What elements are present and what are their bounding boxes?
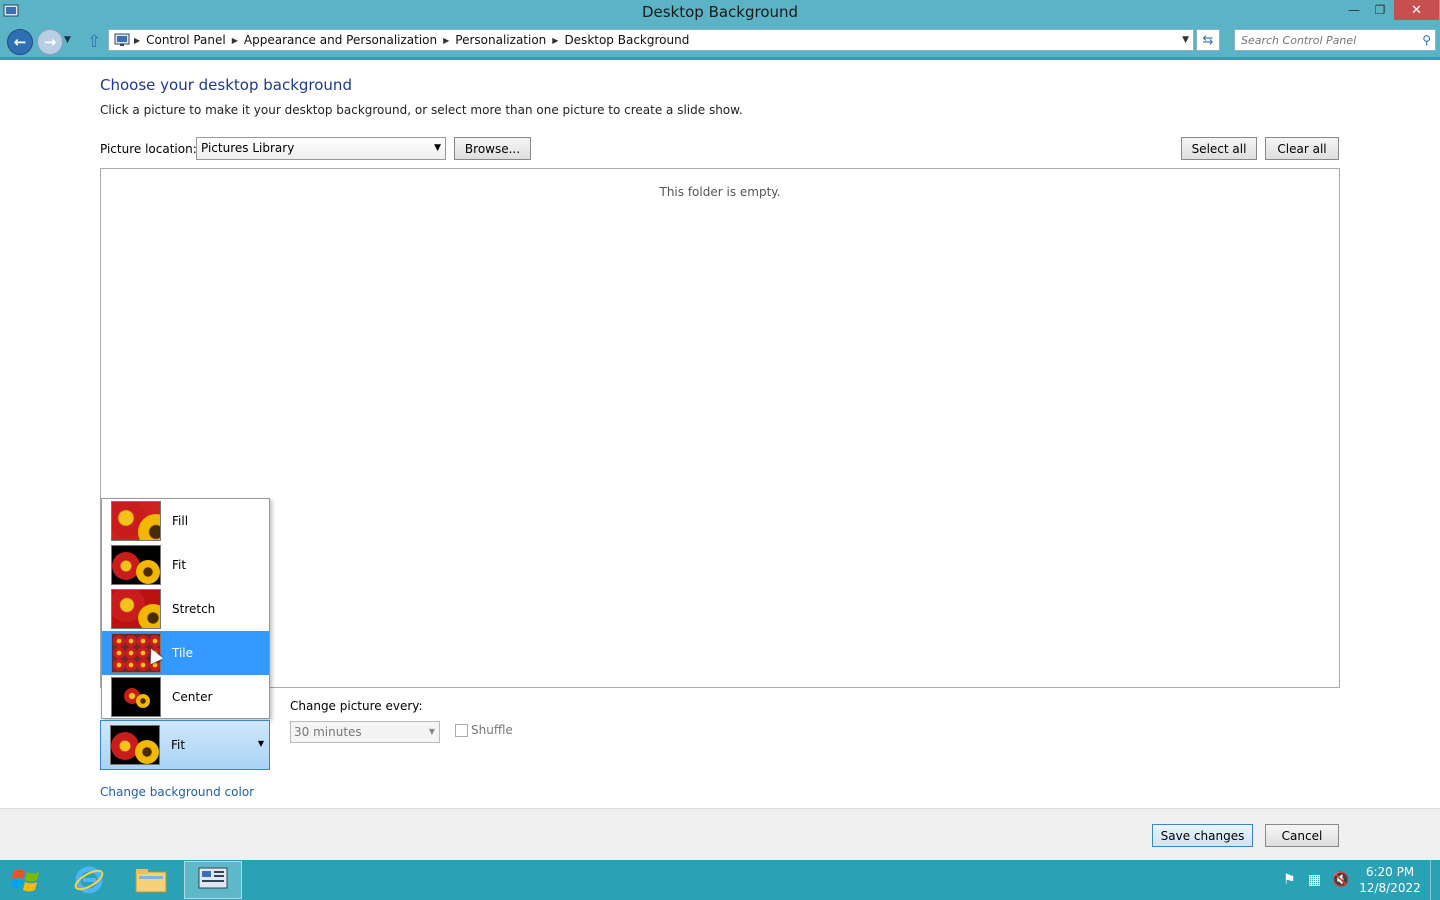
taskbar-clock[interactable]: 6:20 PM 12/8/2022 [1356,864,1424,896]
position-option-fill[interactable]: Fill [102,499,269,543]
position-option-label: Fill [172,514,189,528]
shuffle-label: Shuffle [471,723,513,737]
clock-date: 12/8/2022 [1359,881,1421,895]
control-panel-icon [114,33,130,46]
empty-folder-message: This folder is empty. [659,185,781,199]
chevron-down-icon: ▼ [257,739,264,748]
position-option-label: Center [172,690,213,704]
internet-explorer-icon [74,866,104,894]
taskbar: ⚑ ▦ 🔇 [0,860,1440,900]
picture-location-label: Picture location: [100,142,197,156]
window-title: Desktop Background [641,3,799,21]
picture-position-value: Fit [171,738,186,752]
clear-all-button[interactable]: Clear all [1265,137,1339,160]
fit-thumbnail [111,545,161,585]
title-bar: Desktop Background — ❐ ✕ [0,0,1440,24]
refresh-icon: ⇆ [1202,32,1214,48]
center-thumbnail [111,677,161,717]
volume-muted-icon[interactable]: 🔇 [1332,872,1349,888]
address-dropdown-icon[interactable]: ▼ [1182,35,1189,45]
search-box[interactable]: ⚲ [1234,29,1436,51]
minimize-button[interactable]: — [1341,0,1367,20]
taskbar-control-panel[interactable] [184,861,242,899]
breadcrumb-personalization[interactable]: Personalization [449,33,552,47]
picture-location-select[interactable]: Pictures Library ▼ [196,137,446,160]
picture-position-select[interactable]: Fit ▼ [100,720,270,770]
taskbar-file-explorer[interactable] [122,861,180,899]
folder-icon [135,869,167,893]
chevron-down-icon: ▼ [428,727,435,736]
fit-thumbnail [110,725,160,765]
windows-start-icon[interactable] [10,866,42,894]
select-all-button[interactable]: Select all [1181,137,1257,160]
action-center-flag-icon[interactable]: ⚑ [1283,872,1296,888]
breadcrumb-appearance[interactable]: Appearance and Personalization [238,33,443,47]
chevron-down-icon: ▼ [434,143,441,153]
position-option-tile[interactable]: Tile [102,631,269,675]
change-picture-label: Change picture every: [290,699,423,713]
navigation-bar: ← → ▼ ⇧ ▶ Control Panel ▶ Appearance and… [0,24,1440,60]
picture-location-value: Pictures Library [201,141,295,155]
search-input[interactable] [1241,30,1411,50]
up-button[interactable]: ⇧ [87,32,101,52]
minimize-icon: — [1348,3,1360,17]
shuffle-checkbox[interactable] [455,724,468,737]
chevron-down-icon: ▼ [64,35,71,45]
recent-pages-button[interactable]: ▼ [64,35,71,45]
picture-list[interactable]: This folder is empty. [100,168,1340,688]
breadcrumb-desktop-background[interactable]: Desktop Background [558,33,695,47]
restore-icon: ❐ [1374,3,1386,17]
clock-time: 6:20 PM [1365,865,1415,879]
network-icon[interactable]: ▦ [1308,872,1321,888]
change-interval-value: 30 minutes [294,725,362,739]
position-option-label: Tile [172,646,194,660]
forward-arrow-icon: → [43,33,57,51]
show-desktop-button[interactable] [1430,860,1440,900]
position-option-label: Stretch [172,602,216,616]
stretch-thumbnail [111,589,161,629]
position-option-center[interactable]: Center [102,675,269,719]
change-background-color-link[interactable]: Change background color [100,785,254,799]
breadcrumb-control-panel[interactable]: Control Panel [140,33,232,47]
forward-button[interactable]: → [37,29,63,55]
close-button[interactable]: ✕ [1394,0,1439,20]
position-option-fit[interactable]: Fit [102,543,269,587]
position-option-stretch[interactable]: Stretch [102,587,269,631]
picture-position-list[interactable]: Fill Fit Stretch Tile Center [101,498,270,719]
up-arrow-icon: ⇧ [87,32,102,52]
cancel-button[interactable]: Cancel [1265,824,1339,847]
back-arrow-icon: ← [13,33,27,51]
page-title: Choose your desktop background [100,76,352,94]
page-description: Click a picture to make it your desktop … [100,103,743,117]
browse-button[interactable]: Browse... [454,137,531,160]
fill-thumbnail [111,501,161,541]
refresh-button[interactable]: ⇆ [1196,29,1220,51]
position-option-label: Fit [172,558,187,572]
change-interval-select[interactable]: 30 minutes ▼ [290,721,440,743]
address-bar[interactable]: ▶ Control Panel ▶ Appearance and Persona… [108,29,1194,51]
control-panel-icon [198,867,228,889]
save-changes-button[interactable]: Save changes [1152,824,1253,847]
search-icon[interactable]: ⚲ [1422,33,1431,47]
back-button[interactable]: ← [7,29,33,55]
restore-button[interactable]: ❐ [1367,0,1393,20]
close-icon: ✕ [1411,2,1422,18]
taskbar-internet-explorer[interactable] [60,861,118,899]
